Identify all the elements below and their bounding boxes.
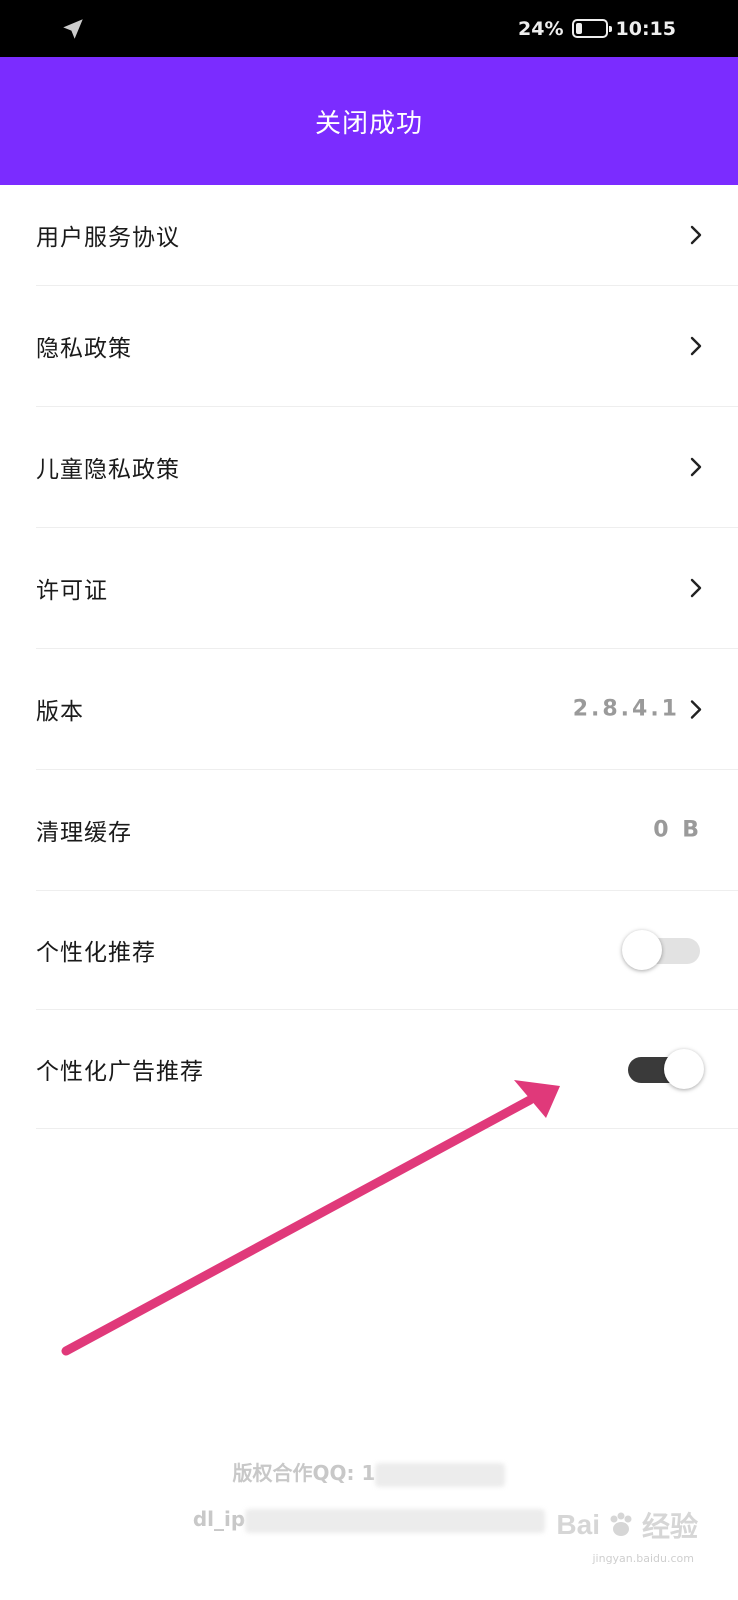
footer-copyright-line: 版权合作QQ: 1 (0, 1450, 738, 1496)
paw-icon (610, 1512, 632, 1536)
row-right (690, 225, 702, 245)
row-label: 个性化推荐 (36, 940, 156, 966)
row-label: 隐私政策 (36, 336, 132, 362)
settings-list: 用户服务协议 隐私政策 儿童隐私政策 许可证 版本 2.8.4.1 清理缓存 0… (0, 185, 738, 1129)
clock: 10:15 (615, 17, 676, 40)
battery-percent: 24% (518, 17, 564, 40)
app-header: 关闭成功 (0, 57, 738, 185)
row-label: 清理缓存 (36, 820, 132, 846)
row-right (690, 578, 702, 598)
row-version[interactable]: 版本 2.8.4.1 (36, 649, 738, 770)
row-right (690, 457, 702, 477)
row-right (622, 930, 702, 970)
chevron-right-icon (690, 336, 702, 356)
row-label: 用户服务协议 (36, 225, 180, 251)
watermark-suffix: 经验 (641, 1511, 698, 1542)
personalized-recommendation-toggle[interactable] (622, 930, 702, 970)
battery-tip (608, 26, 612, 32)
cache-size-value: 0 B (653, 817, 702, 843)
row-label: 儿童隐私政策 (36, 457, 180, 483)
version-value: 2.8.4.1 (572, 696, 680, 722)
baidu-watermark: Bai 经验 (556, 1500, 698, 1550)
row-personalized-ads: 个性化广告推荐 (36, 1010, 738, 1129)
chevron-right-icon (690, 578, 702, 598)
page-title: 关闭成功 (314, 108, 423, 139)
chevron-right-icon (690, 457, 702, 477)
footer-line2-text: dl_ip (192, 1507, 246, 1531)
toggle-knob (622, 930, 662, 970)
redacted-block (245, 1508, 546, 1533)
chevron-right-icon (690, 225, 702, 245)
row-license[interactable]: 许可证 (36, 528, 738, 649)
row-right: 2.8.4.1 (573, 697, 702, 722)
chevron-right-icon (690, 699, 702, 719)
settings-screen: 24% 10:15 关闭成功 用户服务协议 隐私政策 儿童隐私政策 许可证 版本… (0, 0, 738, 1600)
watermark-brand: Bai (556, 1509, 600, 1540)
row-right: 0 B (653, 818, 702, 843)
personalized-ads-toggle[interactable] (622, 1049, 704, 1089)
footer-copyright-text: 版权合作QQ: 1 (232, 1461, 376, 1485)
watermark-url: jingyan.baidu.com (592, 1552, 694, 1565)
location-arrow-icon (63, 19, 83, 39)
row-user-agreement[interactable]: 用户服务协议 (36, 185, 738, 286)
row-label: 个性化广告推荐 (36, 1059, 204, 1085)
row-label: 许可证 (36, 578, 108, 604)
row-clear-cache[interactable]: 清理缓存 0 B (36, 770, 738, 891)
battery-icon (571, 19, 612, 38)
battery-fill (575, 23, 583, 34)
redacted-block (375, 1462, 506, 1487)
row-label: 版本 (36, 699, 84, 725)
row-children-privacy[interactable]: 儿童隐私政策 (36, 407, 738, 528)
row-right (690, 336, 702, 356)
toggle-knob (664, 1049, 704, 1089)
row-personalized-recommendation: 个性化推荐 (36, 891, 738, 1010)
row-privacy-policy[interactable]: 隐私政策 (36, 286, 738, 407)
status-bar: 24% 10:15 (0, 0, 738, 57)
status-right: 24% 10:15 (518, 0, 676, 57)
row-right (622, 1049, 704, 1089)
